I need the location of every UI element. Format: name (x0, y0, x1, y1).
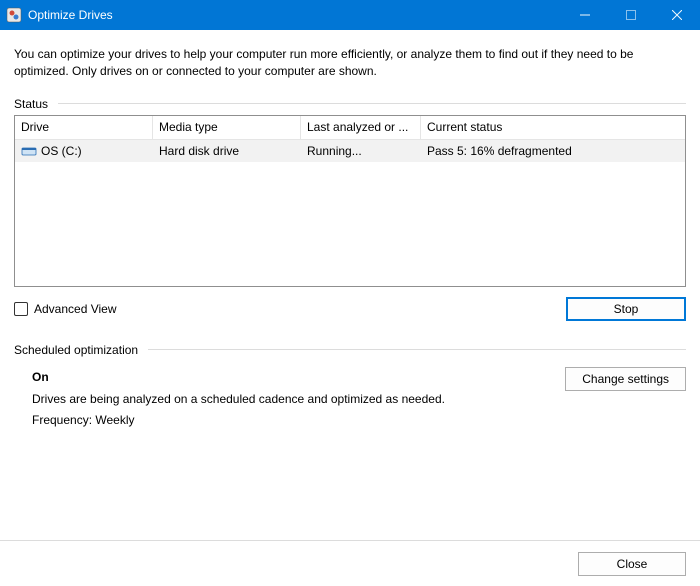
minimize-button[interactable] (562, 0, 608, 30)
scheduled-desc: Drives are being analyzed on a scheduled… (32, 389, 445, 409)
footer: Close (0, 540, 700, 586)
advanced-view-checkbox[interactable]: Advanced View (14, 302, 117, 316)
below-list-row: Advanced View Stop (14, 297, 686, 321)
scheduled-frequency: Frequency: Weekly (32, 410, 445, 430)
checkbox-box[interactable] (14, 302, 28, 316)
close-window-button[interactable] (654, 0, 700, 30)
cell-drive-text: OS (C:) (41, 144, 82, 158)
drives-list[interactable]: Drive Media type Last analyzed or ... Cu… (14, 115, 686, 287)
col-header-media[interactable]: Media type (153, 116, 301, 139)
scheduled-group-header: Scheduled optimization (14, 343, 686, 357)
col-header-current[interactable]: Current status (421, 116, 685, 139)
cell-current: Pass 5: 16% defragmented (421, 140, 685, 162)
col-header-drive[interactable]: Drive (15, 116, 153, 139)
col-header-last[interactable]: Last analyzed or ... (301, 116, 421, 139)
window-title: Optimize Drives (28, 8, 113, 22)
content-area: You can optimize your drives to help you… (0, 30, 700, 430)
app-icon (6, 7, 22, 23)
stop-button[interactable]: Stop (566, 297, 686, 321)
scheduled-group: Scheduled optimization On Drives are bei… (14, 343, 686, 430)
titlebar: Optimize Drives (0, 0, 700, 30)
cell-media: Hard disk drive (153, 140, 301, 162)
scheduled-state: On (32, 367, 445, 387)
cell-drive: OS (C:) (15, 140, 153, 162)
table-row[interactable]: OS (C:) Hard disk drive Running... Pass … (15, 140, 685, 162)
cell-last: Running... (301, 140, 421, 162)
divider (148, 349, 686, 350)
scheduled-label: Scheduled optimization (14, 343, 148, 357)
divider (58, 103, 686, 104)
status-group-header: Status (14, 97, 686, 111)
drives-header-row: Drive Media type Last analyzed or ... Cu… (15, 116, 685, 140)
maximize-button[interactable] (608, 0, 654, 30)
close-button[interactable]: Close (578, 552, 686, 576)
change-settings-button[interactable]: Change settings (565, 367, 686, 391)
status-label: Status (14, 97, 58, 111)
scheduled-text-block: On Drives are being analyzed on a schedu… (32, 367, 445, 430)
intro-text: You can optimize your drives to help you… (14, 46, 686, 81)
drive-icon (21, 145, 37, 157)
advanced-view-label: Advanced View (34, 302, 117, 316)
